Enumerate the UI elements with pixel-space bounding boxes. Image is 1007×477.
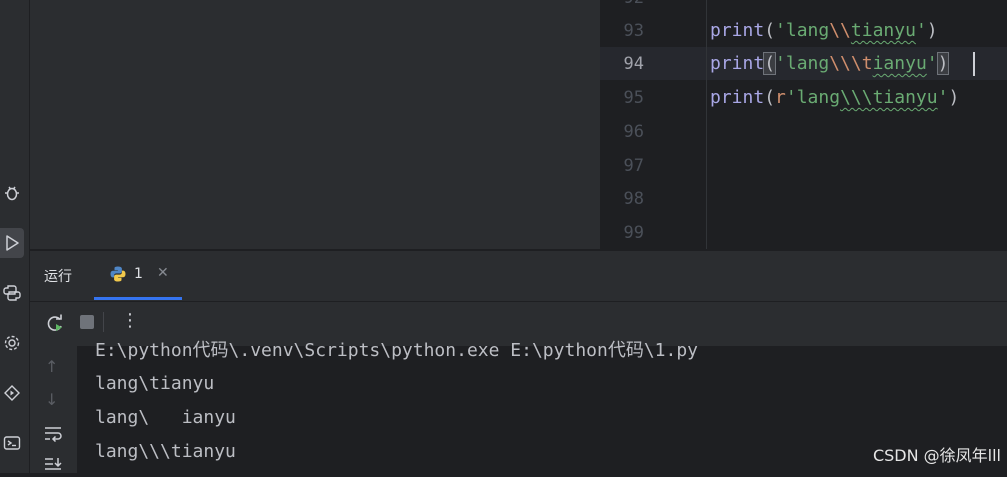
code-string: ': [926, 53, 938, 74]
toolbar-separator: [103, 312, 104, 332]
code-string: 'lang: [785, 87, 841, 108]
code-string: ': [937, 87, 949, 108]
problems-icon[interactable]: [0, 378, 24, 408]
code-string: \\\tianyu: [840, 87, 938, 108]
stop-icon[interactable]: [80, 315, 94, 329]
line-number: 92: [600, 0, 644, 8]
code-function: print: [710, 20, 765, 41]
code-string: tianyu: [850, 20, 916, 41]
editor-right-margin: [706, 0, 707, 249]
project-tool-window: [30, 0, 600, 249]
code-function: print: [710, 53, 765, 74]
console-command-line: E:\python代码\.venv\Scripts\python.exe E:\…: [95, 340, 699, 361]
text-caret: [973, 52, 975, 76]
watermark: CSDN @徐凤年lll: [872, 446, 1001, 465]
line-number: 99: [623, 223, 644, 243]
code-paren: ): [948, 87, 960, 108]
code-paren: ): [926, 20, 938, 41]
code-string: 'lang: [775, 53, 830, 74]
code-raw-prefix: r: [775, 87, 786, 108]
code-string: 'lang: [775, 20, 830, 41]
line-number: 96: [623, 122, 644, 142]
code-line[interactable]: print('lang\\tianyu'): [710, 21, 938, 41]
console-output-line: lang\tianyu: [95, 373, 215, 394]
code-paren-match: ): [936, 52, 950, 75]
line-number: 93: [623, 21, 644, 41]
line-number-current: 94: [623, 54, 644, 74]
console-output-line: lang\ ianyu: [95, 407, 236, 428]
run-icon[interactable]: [0, 228, 24, 258]
line-number: 98: [623, 189, 644, 209]
code-escape: \\: [829, 20, 851, 41]
code-paren: (: [764, 20, 776, 41]
soft-wrap-icon[interactable]: [43, 424, 63, 446]
code-string: ': [915, 20, 927, 41]
tool-window-strip: [0, 0, 30, 473]
line-number: 95: [623, 88, 644, 108]
scroll-up-icon[interactable]: ↑: [45, 357, 58, 376]
code-string: ianyu: [872, 53, 927, 74]
code-line-current[interactable]: print('lang\\\tianyu'): [710, 52, 950, 75]
scroll-down-icon[interactable]: ↓: [45, 390, 58, 409]
code-paren: (: [764, 87, 776, 108]
rerun-icon[interactable]: [45, 314, 65, 338]
scroll-to-end-icon[interactable]: [43, 456, 63, 477]
services-icon[interactable]: [0, 328, 24, 358]
code-escape: \t: [850, 53, 873, 74]
code-function: print: [710, 87, 765, 108]
line-number: 97: [623, 156, 644, 176]
code-paren-match: (: [763, 52, 777, 75]
python-packages-icon[interactable]: [0, 278, 24, 308]
close-icon[interactable]: ✕: [157, 265, 169, 281]
run-panel-title: 运行: [44, 269, 72, 285]
debug-icon[interactable]: [0, 178, 24, 208]
python-icon: [109, 265, 127, 287]
code-line[interactable]: print(r'lang\\\tianyu'): [710, 88, 959, 108]
more-options-icon[interactable]: ⋮: [121, 310, 139, 331]
code-escape: \\: [829, 53, 851, 74]
console-output-line: lang\\\tianyu: [95, 441, 236, 462]
run-tab-label: 1: [134, 266, 143, 282]
active-tab-indicator: [94, 297, 182, 300]
terminal-icon[interactable]: [0, 428, 24, 458]
